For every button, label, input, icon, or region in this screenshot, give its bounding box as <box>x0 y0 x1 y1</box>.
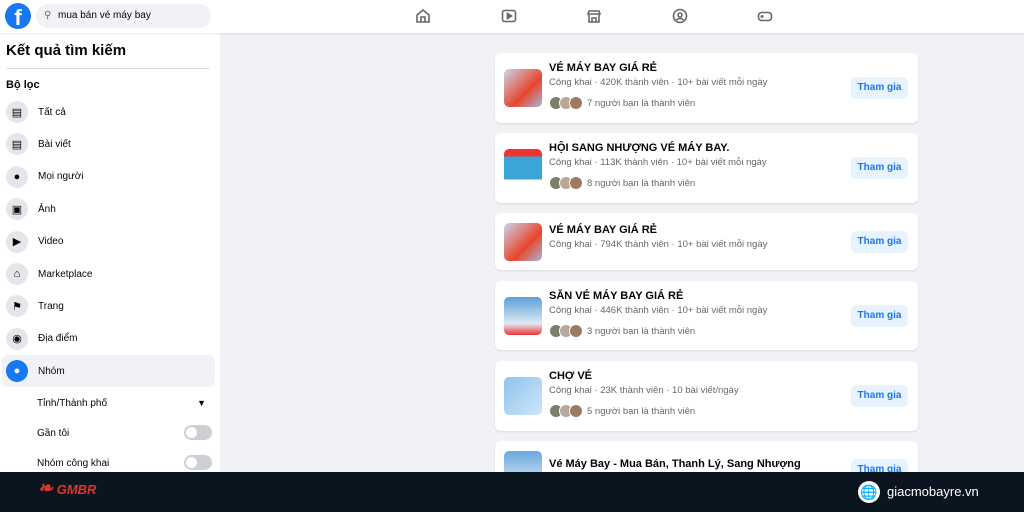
sidebar-item-label: Nhóm <box>38 365 65 377</box>
group-title[interactable]: VÉ MÁY BAY GIÁ RẺ <box>549 62 657 74</box>
facebook-logo-icon[interactable]: f <box>5 3 31 29</box>
group-meta: Công khai · 23K thành viên · 10 bài viết… <box>549 385 739 396</box>
footer-banner: ❧ GMBR 🌐 giacmobayre.vn <box>0 472 1024 512</box>
groups-icon: ● <box>6 360 28 383</box>
sidebar-item-2[interactable]: ● Mọi người <box>2 161 215 193</box>
caret-down-icon: ▼ <box>197 398 206 408</box>
avatar <box>569 96 583 110</box>
avatar <box>569 324 583 338</box>
avatar <box>569 176 583 190</box>
sidebar-item-8[interactable]: ● Nhóm <box>2 355 215 388</box>
sidebar-item-5[interactable]: ⌂ Marketplace <box>2 258 215 290</box>
marketplace-icon[interactable] <box>584 6 604 26</box>
sidebar-item-3[interactable]: ▣ Ảnh <box>2 193 215 225</box>
avatar <box>569 404 583 418</box>
group-title[interactable]: SĂN VÉ MÁY BAY GIÁ RẺ <box>549 290 683 302</box>
sidebar-item-label: Mọi người <box>38 171 84 183</box>
group-meta: Công khai · 420K thành viên · 10+ bài vi… <box>549 77 768 88</box>
public-groups-toggle[interactable] <box>184 455 212 470</box>
sidebar-item-6[interactable]: ⚑ Trang <box>2 290 215 322</box>
globe-icon: 🌐 <box>858 481 880 503</box>
sidebar-item-label: Tất cả <box>38 106 66 118</box>
video-icon: ▶ <box>6 230 28 253</box>
website-text: giacmobayre.vn <box>887 484 979 499</box>
group-meta: Công khai · 794K thành viên · 10+ bài vi… <box>549 239 768 250</box>
group-title[interactable]: CHỢ VÉ <box>549 370 592 382</box>
home-icon[interactable] <box>413 6 433 26</box>
video-icon[interactable] <box>499 6 519 26</box>
sidebar-item-label: Ảnh <box>38 203 56 215</box>
group-thumbnail[interactable] <box>504 377 542 415</box>
search-icon: ⚲ <box>44 10 52 21</box>
friends-members: 5 người bạn là thành viên <box>549 404 695 418</box>
location-icon: ◉ <box>6 327 28 350</box>
friends-members: 8 người bạn là thành viên <box>549 176 695 190</box>
sidebar-item-1[interactable]: ▤ Bài viết <box>2 128 215 160</box>
group-title[interactable]: Vé Máy Bay - Mua Bán, Thanh Lý, Sang Như… <box>549 458 801 470</box>
marketplace-icon: ⌂ <box>6 263 28 285</box>
sidebar-item-label: Video <box>38 236 64 248</box>
sidebar-item-label: Marketplace <box>38 268 93 280</box>
province-filter[interactable]: Tỉnh/Thành phố ▼ <box>37 398 212 409</box>
public-groups-filter: Nhóm công khai <box>37 455 212 470</box>
people-icon: ● <box>6 165 28 188</box>
search-sidebar: Kết quả tìm kiếm Bộ lọc ▤ Tất cả ▤ Bài viết… <box>0 33 220 473</box>
search-input[interactable]: ⚲ mua bán vé máy bay <box>36 4 211 28</box>
result-card[interactable]: SĂN VÉ MÁY BAY GIÁ RẺ Công khai · 446K th… <box>495 281 918 350</box>
near-me-toggle[interactable] <box>184 425 212 440</box>
group-thumbnail[interactable] <box>504 149 542 187</box>
result-card[interactable]: VÉ MÁY BAY GIÁ RẺ Công khai · 794K thành … <box>495 213 918 270</box>
group-thumbnail[interactable] <box>504 222 542 261</box>
group-title[interactable]: VÉ MÁY BAY GIÁ RẺ <box>549 224 657 236</box>
groups-icon[interactable] <box>670 6 690 26</box>
divider <box>6 68 210 69</box>
flag-icon: ⚑ <box>6 295 28 318</box>
sidebar-item-0[interactable]: ▤ Tất cả <box>2 96 215 128</box>
friends-members: 3 người bạn là thành viên <box>549 324 695 338</box>
join-button[interactable]: Tham gia <box>851 304 908 327</box>
sidebar-item-label: Bài viết <box>38 138 71 150</box>
sidebar-item-7[interactable]: ◉ Địa điểm <box>2 323 215 355</box>
group-title[interactable]: HỘI SANG NHƯỢNG VÉ MÁY BAY. <box>549 142 730 154</box>
all-icon: ▤ <box>6 101 28 123</box>
join-button[interactable]: Tham gia <box>851 157 908 179</box>
sidebar-item-label: Trang <box>38 300 64 312</box>
sidebar-item-4[interactable]: ▶ Video <box>2 226 215 258</box>
group-thumbnail[interactable] <box>504 296 542 335</box>
join-button[interactable]: Tham gia <box>851 385 908 407</box>
page-title: Kết quả tìm kiếm <box>6 42 127 59</box>
group-meta: Công khai · 446K thành viên · 10+ bài vi… <box>549 305 768 316</box>
top-bar: f ⚲ mua bán vé máy bay <box>0 0 1024 33</box>
result-card[interactable]: HỘI SANG NHƯỢNG VÉ MÁY BAY. Công khai · 1… <box>495 133 918 203</box>
result-card[interactable]: CHỢ VÉ Công khai · 23K thành viên · 10 bà… <box>495 361 918 431</box>
result-card[interactable]: VÉ MÁY BAY GIÁ RẺ Công khai · 420K thành … <box>495 53 918 123</box>
photos-icon: ▣ <box>6 198 28 221</box>
near-me-filter: Gần tôi <box>37 425 212 440</box>
join-button[interactable]: Tham gia <box>851 230 908 253</box>
posts-icon: ▤ <box>6 133 28 156</box>
filters-heading: Bộ lọc <box>6 79 40 91</box>
gmbr-logo: ❧ GMBR <box>38 478 97 498</box>
sidebar-item-label: Địa điểm <box>38 333 78 345</box>
group-meta: Công khai · 113K thành viên · 10+ bài vi… <box>549 157 767 168</box>
gaming-icon[interactable] <box>755 6 775 26</box>
join-button[interactable]: Tham gia <box>851 77 908 99</box>
group-thumbnail[interactable] <box>504 69 542 107</box>
friends-members: 7 người bạn là thành viên <box>549 96 695 110</box>
